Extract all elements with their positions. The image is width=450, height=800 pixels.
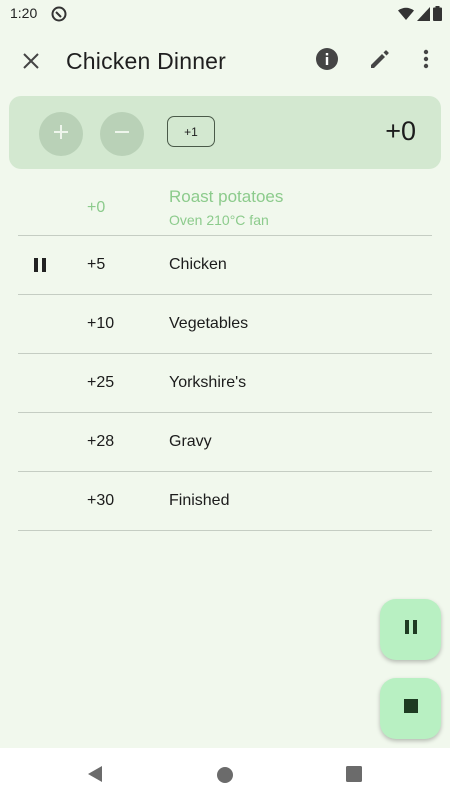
recents-icon[interactable] bbox=[346, 766, 362, 787]
step-note: Oven 210°C fan bbox=[169, 212, 269, 228]
list-item[interactable]: +25 Yorkshire's bbox=[18, 354, 432, 413]
battery-icon bbox=[433, 6, 442, 26]
pencil-icon bbox=[369, 48, 391, 75]
page-title: Chicken Dinner bbox=[66, 48, 227, 74]
more-vert-icon bbox=[423, 49, 429, 74]
close-icon bbox=[22, 52, 40, 75]
pause-icon bbox=[32, 257, 48, 273]
info-icon bbox=[315, 47, 339, 76]
status-time: 1:20 bbox=[10, 5, 38, 21]
notification-app-icon bbox=[51, 6, 67, 22]
decrease-offset-button[interactable] bbox=[100, 112, 144, 156]
signal-icon bbox=[417, 6, 430, 26]
step-time: +25 bbox=[87, 374, 115, 391]
offset-control-card: +1 +0 bbox=[9, 96, 441, 169]
status-indicators bbox=[398, 6, 442, 26]
system-nav-bar bbox=[0, 748, 450, 800]
step-name: Finished bbox=[169, 492, 230, 509]
stop-button[interactable] bbox=[380, 678, 441, 739]
step-time: +28 bbox=[87, 433, 115, 450]
close-button[interactable] bbox=[14, 46, 48, 80]
list-item[interactable]: +0 Roast potatoes Oven 210°C fan bbox=[18, 178, 432, 236]
home-icon[interactable] bbox=[216, 766, 234, 789]
step-time: +30 bbox=[87, 492, 115, 509]
app-bar: Chicken Dinner bbox=[0, 28, 450, 94]
list-item[interactable]: +10 Vegetables bbox=[18, 295, 432, 354]
increase-offset-button[interactable] bbox=[39, 112, 83, 156]
step-name: Yorkshire's bbox=[169, 374, 247, 391]
step-name: Gravy bbox=[169, 433, 212, 450]
step-name: Chicken bbox=[169, 256, 227, 273]
wifi-icon bbox=[398, 7, 414, 26]
step-size-chip[interactable]: +1 bbox=[167, 116, 215, 147]
plus-icon bbox=[52, 123, 70, 146]
step-time: +0 bbox=[87, 199, 106, 216]
info-button[interactable] bbox=[312, 46, 342, 76]
steps-list: +0 Roast potatoes Oven 210°C fan +5 Chic… bbox=[18, 178, 432, 531]
list-item[interactable]: +5 Chicken bbox=[18, 236, 432, 295]
list-item[interactable]: +30 Finished bbox=[18, 472, 432, 531]
more-options-button[interactable] bbox=[413, 46, 439, 76]
step-name: Roast potatoes bbox=[169, 187, 284, 206]
offset-value: +0 bbox=[385, 116, 416, 146]
step-name: Vegetables bbox=[169, 315, 249, 332]
list-item[interactable]: +28 Gravy bbox=[18, 413, 432, 472]
step-time: +5 bbox=[87, 256, 106, 273]
minus-icon bbox=[113, 123, 131, 146]
edit-button[interactable] bbox=[365, 46, 395, 76]
pause-button[interactable] bbox=[380, 599, 441, 660]
pause-icon bbox=[403, 619, 419, 640]
step-time: +10 bbox=[87, 315, 115, 332]
back-icon[interactable] bbox=[86, 765, 104, 788]
stop-icon bbox=[403, 699, 418, 718]
status-bar: 1:20 bbox=[0, 0, 450, 28]
